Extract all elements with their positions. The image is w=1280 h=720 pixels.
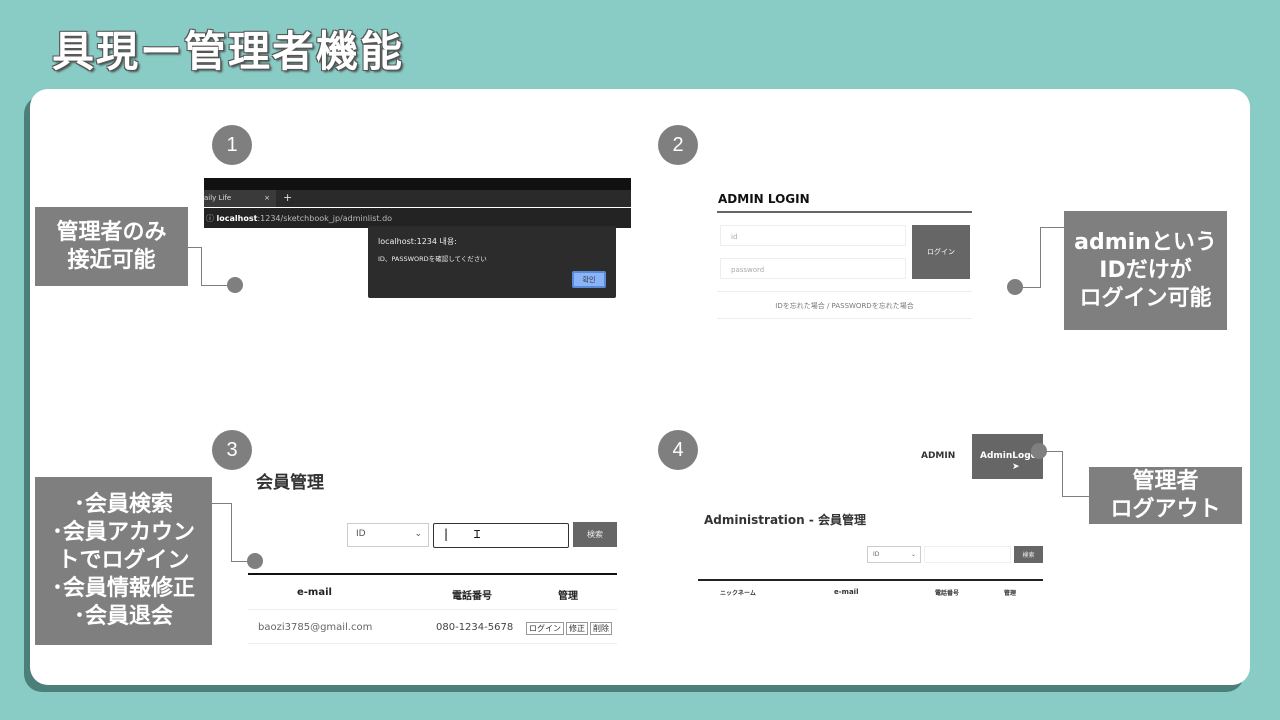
connector xyxy=(1062,496,1089,497)
connector xyxy=(231,503,232,561)
tab-title: aily Life xyxy=(204,194,232,202)
col-phone: 電話番号 xyxy=(935,590,960,597)
search-type-select[interactable]: ID ⌄ xyxy=(347,523,429,547)
connector xyxy=(188,247,202,248)
label-line: ･会員退会 xyxy=(73,604,173,629)
col-manage: 管理 xyxy=(558,591,578,602)
col-email: e-mail xyxy=(834,588,859,596)
label-line: ･会員アカウン xyxy=(51,520,195,545)
login-as-button[interactable]: ログイン xyxy=(526,622,564,635)
text-cursor-icon: Ɪ xyxy=(474,528,481,541)
browser-tab[interactable]: aily Life × xyxy=(204,190,276,207)
connector xyxy=(1040,227,1064,228)
id-input[interactable]: id xyxy=(720,225,906,246)
login-button[interactable]: ログイン xyxy=(912,225,970,279)
col-nickname: ニックネーム xyxy=(720,590,756,597)
select-value: ID xyxy=(873,551,880,558)
label-line: ログイン可能 xyxy=(1079,285,1212,311)
password-input[interactable]: password xyxy=(720,258,906,279)
step-2-badge: 2 xyxy=(658,125,698,165)
label-line: IDだけが xyxy=(1099,257,1192,283)
address-bar[interactable]: ⓘ localhost:1234/sketchbook_jp/adminlist… xyxy=(204,208,631,228)
connector-dot xyxy=(247,553,263,569)
label-line: 管理者のみ xyxy=(56,219,167,245)
table-top-rule xyxy=(248,573,617,575)
search-input[interactable]: | Ɪ xyxy=(433,523,569,548)
connector xyxy=(1062,451,1063,497)
col-manage: 管理 xyxy=(1004,590,1017,597)
label-line: 接近可能 xyxy=(67,247,156,273)
label-line: トでログイン xyxy=(57,548,190,573)
connector-dot xyxy=(1007,279,1023,295)
row-phone: 080-1234-5678 xyxy=(436,622,514,633)
label-admin-only: 管理者のみ 接近可能 xyxy=(35,207,188,286)
url-path: :1234/sketchbook_jp/adminlist.do xyxy=(257,214,393,223)
step-4-badge: 4 xyxy=(658,430,698,470)
mouse-pointer-icon: ➤ xyxy=(1012,462,1020,472)
new-tab-icon[interactable]: + xyxy=(283,191,292,204)
dialog-message: ID、PASSWORDを確認してください xyxy=(378,255,487,263)
connector xyxy=(201,247,202,286)
admin-link[interactable]: ADMIN xyxy=(921,451,955,461)
login-heading: ADMIN LOGIN xyxy=(718,192,810,206)
ok-button[interactable]: 확인 xyxy=(572,271,606,288)
connector xyxy=(1040,227,1041,288)
dialog-title: localhost:1234 내용: xyxy=(378,237,457,246)
forgot-link[interactable]: IDを忘れた場合 / PASSWORDを忘れた場合 xyxy=(717,291,972,319)
heading-divider xyxy=(717,211,972,213)
delete-button[interactable]: 削除 xyxy=(590,622,612,635)
search-button[interactable]: 検索 xyxy=(573,522,617,547)
label-line: ･会員情報修正 xyxy=(51,576,195,601)
alert-dialog: localhost:1234 내용: ID、PASSWORDを確認してください … xyxy=(368,226,616,298)
search-button[interactable]: 検索 xyxy=(1014,546,1043,563)
label-admin-logout: 管理者 ログアウト xyxy=(1089,467,1242,524)
col-phone: 電話番号 xyxy=(452,591,492,602)
slide-title: 具現ー管理者機能 xyxy=(52,27,405,76)
chevron-down-icon: ⌄ xyxy=(414,529,422,539)
browser-titlebar xyxy=(204,178,631,190)
member-heading: 会員管理 xyxy=(256,473,324,493)
chevron-down-icon: ⌄ xyxy=(910,551,916,558)
label-admin-login: adminという IDだけが ログイン可能 xyxy=(1064,211,1227,330)
search-type-select[interactable]: ID ⌄ xyxy=(867,546,921,563)
info-icon: ⓘ xyxy=(206,214,217,223)
label-member-functions: ･会員検索 ･会員アカウン トでログイン ･会員情報修正 ･会員退会 xyxy=(35,477,212,645)
row-email: baozi3785@gmail.com xyxy=(258,622,373,633)
select-value: ID xyxy=(356,529,366,539)
connector-dot xyxy=(1031,443,1047,459)
label-line: ･会員検索 xyxy=(73,492,173,517)
edit-button[interactable]: 修正 xyxy=(566,622,588,635)
step-3-badge: 3 xyxy=(212,430,252,470)
table-row: baozi3785@gmail.com 080-1234-5678 ログイン 修… xyxy=(248,609,617,644)
label-line: ログアウト xyxy=(1110,496,1221,522)
close-icon[interactable]: × xyxy=(264,194,270,207)
connector xyxy=(212,503,232,504)
col-email: e-mail xyxy=(297,587,332,598)
label-line: adminという xyxy=(1074,229,1217,255)
admin-heading: Administration - 会員管理 xyxy=(704,513,867,527)
label-line: 管理者 xyxy=(1132,468,1199,494)
connector-dot xyxy=(227,277,243,293)
search-input[interactable] xyxy=(924,546,1011,563)
step-1-badge: 1 xyxy=(212,125,252,165)
table-top-rule xyxy=(698,579,1043,581)
url-host: localhost xyxy=(216,214,258,223)
